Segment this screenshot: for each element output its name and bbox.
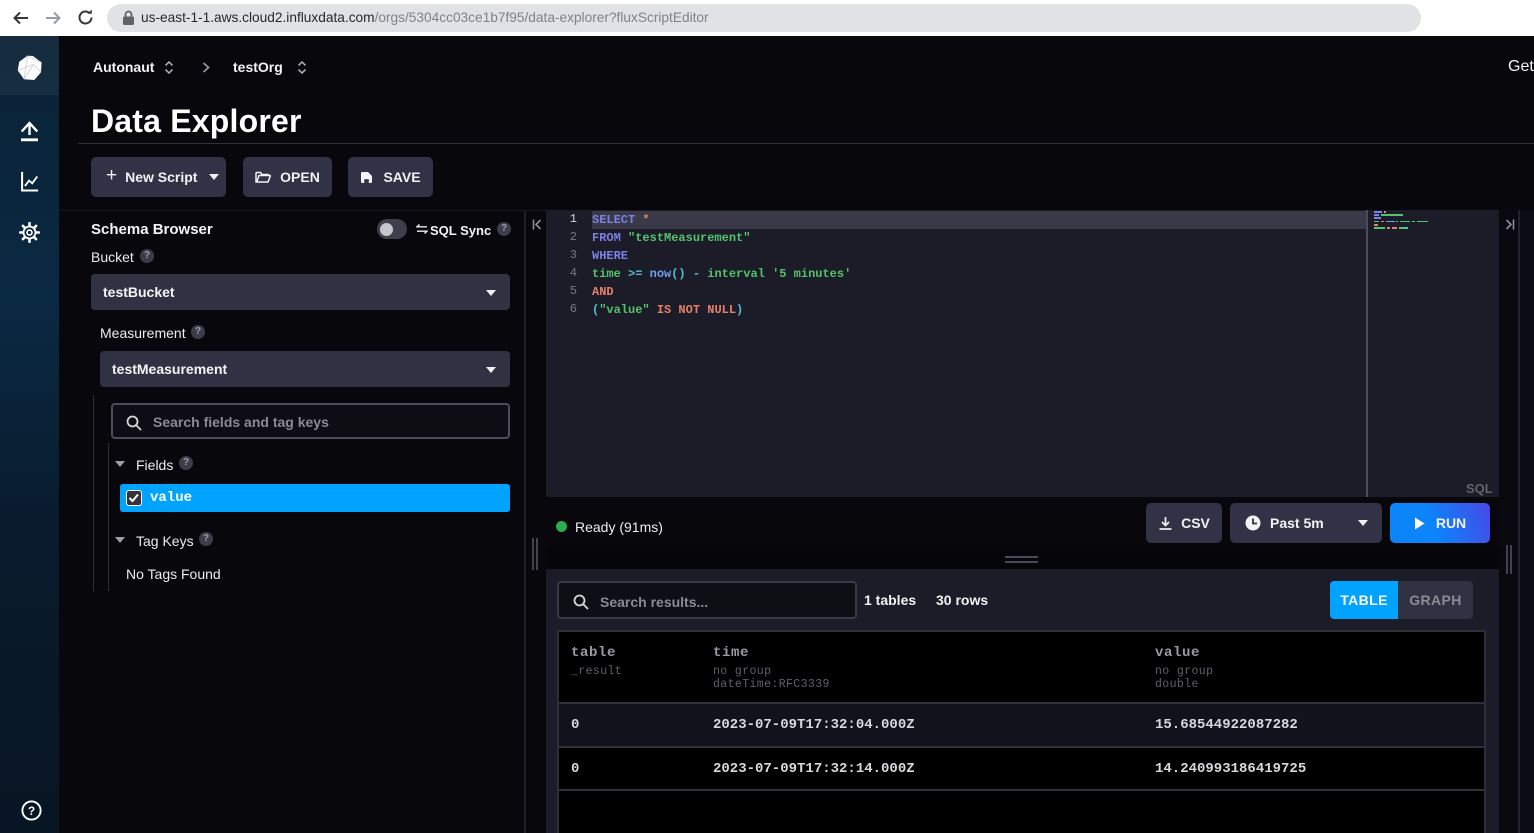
- svg-text:?: ?: [28, 805, 35, 818]
